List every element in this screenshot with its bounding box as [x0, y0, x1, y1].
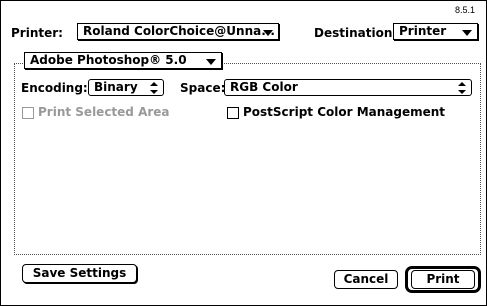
- space-label: Space:: [180, 81, 226, 95]
- postscript-color-management-checkbox[interactable]: [227, 107, 239, 119]
- postscript-color-management-label: PostScript Color Management: [243, 105, 446, 119]
- space-value: RGB Color: [230, 80, 298, 94]
- destination-popup[interactable]: Printer: [393, 23, 478, 40]
- up-down-arrows-icon: [458, 82, 466, 94]
- printer-label: Printer:: [11, 26, 63, 40]
- up-down-arrows-icon: [150, 82, 158, 94]
- version-label: 8.5.1: [455, 5, 476, 15]
- space-select[interactable]: RGB Color: [224, 79, 472, 96]
- encoding-select[interactable]: Binary: [88, 79, 164, 96]
- encoding-label: Encoding:: [21, 81, 88, 95]
- popup-arrow-icon: [206, 59, 216, 65]
- save-settings-button[interactable]: Save Settings: [22, 264, 137, 283]
- panel-popup[interactable]: Adobe Photoshop® 5.0: [24, 52, 222, 69]
- popup-arrow-icon: [263, 30, 273, 36]
- encoding-value: Binary: [94, 80, 138, 94]
- print-button[interactable]: Print: [411, 270, 475, 289]
- destination-value: Printer: [399, 24, 447, 38]
- cancel-button[interactable]: Cancel: [334, 270, 398, 289]
- printer-popup[interactable]: Roland ColorChoice@Unna...: [77, 23, 279, 40]
- panel-value: Adobe Photoshop® 5.0: [30, 53, 187, 67]
- print-selected-area-label: Print Selected Area: [38, 105, 170, 119]
- destination-label: Destination:: [314, 26, 398, 40]
- printer-value: Roland ColorChoice@Unna...: [83, 24, 275, 38]
- popup-arrow-icon: [462, 30, 472, 36]
- print-selected-area-checkbox[interactable]: [22, 107, 34, 119]
